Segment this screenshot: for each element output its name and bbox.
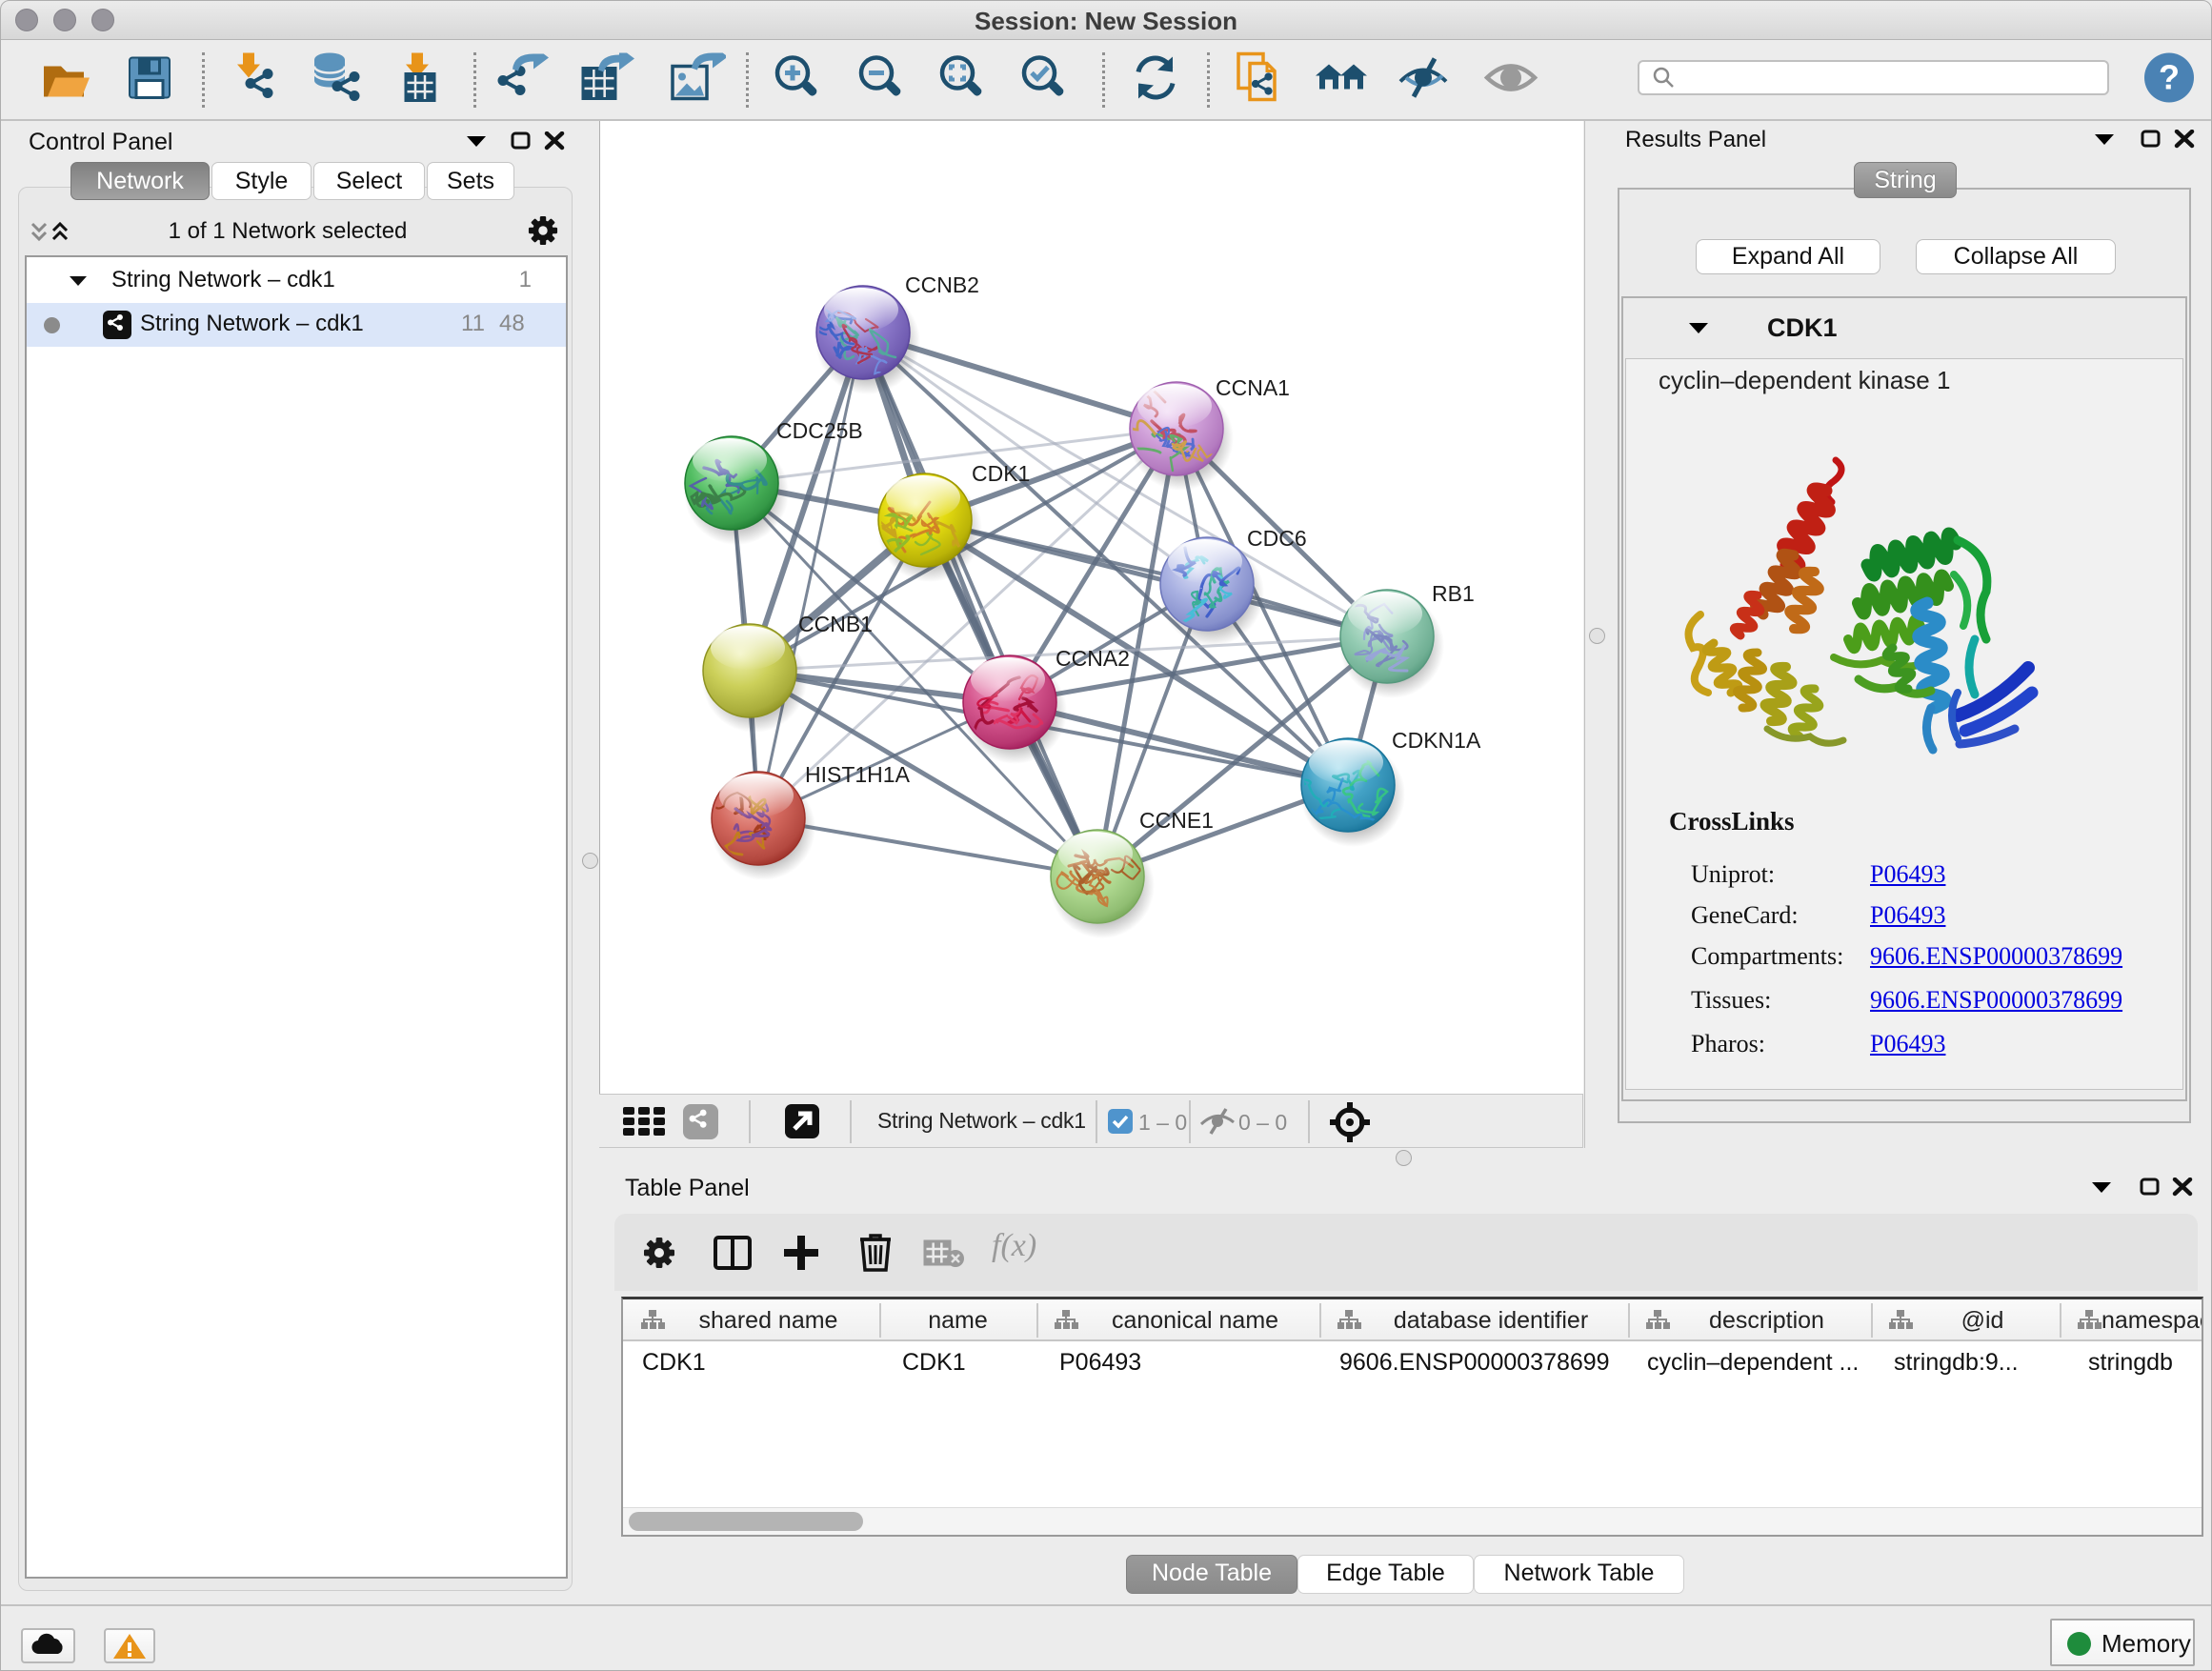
- svg-text:CDK1: CDK1: [972, 461, 1030, 486]
- svg-text:CDKN1A: CDKN1A: [1392, 728, 1481, 753]
- svg-text:HIST1H1A: HIST1H1A: [805, 762, 911, 787]
- svg-text:CCNA1: CCNA1: [1216, 375, 1290, 400]
- svg-text:CDC25B: CDC25B: [776, 418, 863, 443]
- svg-text:?: ?: [2159, 58, 2180, 97]
- svg-text:CCNB1: CCNB1: [798, 612, 873, 636]
- svg-text:RB1: RB1: [1432, 581, 1475, 606]
- svg-text:CDC6: CDC6: [1247, 526, 1307, 551]
- svg-text:CCNE1: CCNE1: [1139, 808, 1214, 833]
- svg-text:CCNB2: CCNB2: [905, 272, 979, 297]
- svg-text:CCNA2: CCNA2: [1056, 646, 1130, 671]
